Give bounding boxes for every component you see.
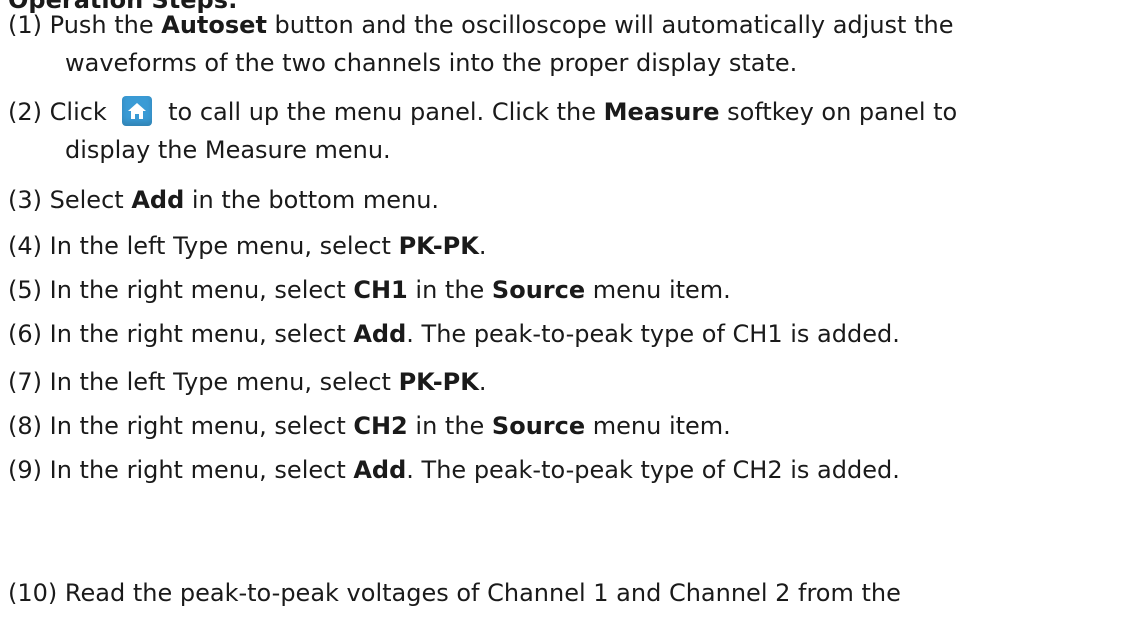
step-text: Push the	[49, 11, 162, 39]
step-4: (4) In the left Type menu, select PK-PK.	[0, 227, 1121, 265]
step-number: (9)	[8, 456, 42, 484]
step-6-line: (6) In the right menu, select Add. The p…	[0, 315, 1121, 353]
step-7-line: (7) In the left Type menu, select PK-PK.	[0, 363, 1121, 401]
step-text: .	[478, 368, 487, 396]
step-1: (1) Push the Autoset button and the osci…	[0, 6, 1121, 82]
home-icon	[122, 96, 153, 126]
step-2-line-1: (2) Click to call up the menu panel. Cli…	[0, 93, 1121, 131]
step-text: Select	[49, 186, 132, 214]
step-3-line: (3) Select Add in the bottom menu.	[0, 181, 1121, 219]
step-6: (6) In the right menu, select Add. The p…	[0, 315, 1121, 353]
step-7: (7) In the left Type menu, select PK-PK.	[0, 363, 1121, 401]
step-number: (10)	[8, 579, 58, 607]
step-2-line-2: display the Measure menu.	[65, 136, 391, 164]
step-text: menu item.	[585, 412, 731, 440]
step-number: (4)	[8, 232, 42, 260]
step-bold-text: Add	[353, 456, 407, 484]
step-text: in the	[407, 276, 492, 304]
step-text: softkey on panel to	[719, 98, 958, 126]
step-9-line: (9) In the right menu, select Add. The p…	[0, 451, 1121, 489]
step-bold-text: Source	[491, 276, 586, 304]
step-number: (3)	[8, 186, 42, 214]
step-text: Click	[49, 98, 115, 126]
step-number: (1)	[8, 11, 42, 39]
step-text: In the right menu, select	[49, 412, 354, 440]
step-bold-text: Source	[491, 412, 586, 440]
step-5-line: (5) In the right menu, select CH1 in the…	[0, 271, 1121, 309]
step-text: in the bottom menu.	[184, 186, 440, 214]
step-text: in the	[407, 412, 492, 440]
step-text: button and the oscilloscope will automat…	[266, 11, 954, 39]
step-bold-text: Add	[353, 320, 407, 348]
step-3: (3) Select Add in the bottom menu.	[0, 181, 1121, 219]
step-text: . The peak-to-peak type of CH1 is added.	[406, 320, 900, 348]
step-10: (10) Read the peak-to-peak voltages of C…	[0, 574, 1121, 612]
step-text: Read the peak-to-peak voltages of Channe…	[64, 579, 901, 607]
step-text: In the left Type menu, select	[49, 232, 399, 260]
step-text: In the right menu, select	[49, 276, 354, 304]
step-bold-text: PK-PK	[398, 368, 479, 396]
step-number: (2)	[8, 98, 42, 126]
step-bold-text: CH1	[353, 276, 408, 304]
step-8-line: (8) In the right menu, select CH2 in the…	[0, 407, 1121, 445]
step-4-line: (4) In the left Type menu, select PK-PK.	[0, 227, 1121, 265]
step-number: (8)	[8, 412, 42, 440]
step-1-line-1: (1) Push the Autoset button and the osci…	[0, 6, 1121, 44]
step-text: In the left Type menu, select	[49, 368, 399, 396]
step-bold-text: CH2	[353, 412, 408, 440]
step-text: menu item.	[585, 276, 731, 304]
step-text: In the right menu, select	[49, 456, 354, 484]
step-bold-text: Add	[131, 186, 185, 214]
step-text: to call up the menu panel. Click the	[160, 98, 604, 126]
step-number: (7)	[8, 368, 42, 396]
step-text: .	[478, 232, 487, 260]
step-number: (5)	[8, 276, 42, 304]
step-number: (6)	[8, 320, 42, 348]
step-text: In the right menu, select	[49, 320, 354, 348]
step-bold-text: Autoset	[161, 11, 267, 39]
step-5: (5) In the right menu, select CH1 in the…	[0, 271, 1121, 309]
step-10-clip: (10) Read the peak-to-peak voltages of C…	[0, 574, 1121, 619]
step-bold-text: Measure	[603, 98, 720, 126]
step-1-line-2: waveforms of the two channels into the p…	[65, 49, 798, 77]
step-10-line: (10) Read the peak-to-peak voltages of C…	[0, 574, 1121, 612]
step-text: . The peak-to-peak type of CH2 is added.	[406, 456, 900, 484]
step-9: (9) In the right menu, select Add. The p…	[0, 451, 1121, 489]
manual-page: Operation Steps: (1) Push the Autoset bu…	[0, 0, 1121, 619]
step-bold-text: PK-PK	[398, 232, 479, 260]
step-8: (8) In the right menu, select CH2 in the…	[0, 407, 1121, 445]
step-2: (2) Click to call up the menu panel. Cli…	[0, 93, 1121, 169]
